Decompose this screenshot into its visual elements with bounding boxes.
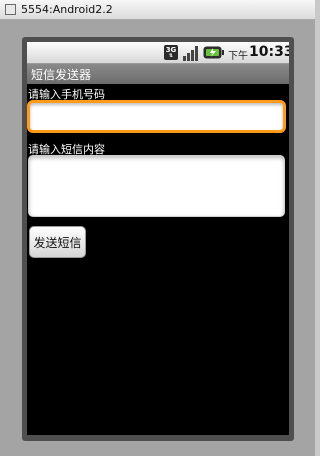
phone-number-input[interactable] [27, 100, 286, 133]
window-app-icon [5, 4, 16, 15]
app-title: 短信发送器 [31, 68, 92, 82]
3g-icon: 3G ⇅ [164, 45, 178, 60]
emulator-window-titlebar: 5554:Android2.2 [0, 0, 315, 20]
status-ampm: 下午 [228, 51, 248, 62]
send-sms-button[interactable]: 发送短信 [29, 226, 86, 258]
app-titlebar: 短信发送器 [27, 64, 289, 84]
signal-icon [183, 46, 198, 61]
status-time: 10:33 [249, 44, 289, 60]
battery-icon [203, 46, 224, 59]
status-bar: 3G ⇅ 下午 10:33 [27, 42, 289, 64]
window-title: 5554:Android2.2 [21, 3, 113, 16]
message-content-input[interactable] [28, 155, 285, 217]
android-screen: 3G ⇅ 下午 10:33 短信发送器 请输入手机号码 请输入短信内容 发送短信 [27, 42, 289, 435]
